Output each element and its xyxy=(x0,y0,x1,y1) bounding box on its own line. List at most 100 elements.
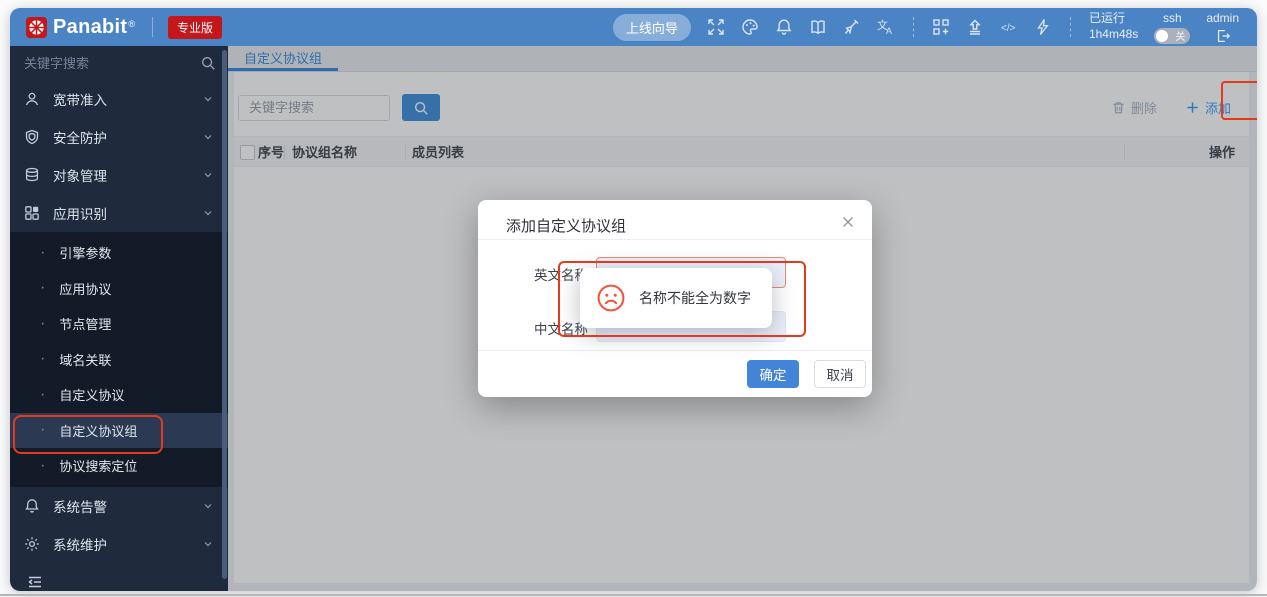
chevron-down-icon xyxy=(204,503,212,508)
sidebar-search-input[interactable] xyxy=(24,55,200,71)
sidebar-item-node-management[interactable]: · 节点管理 xyxy=(10,306,228,342)
database-icon xyxy=(25,167,39,182)
quick-action-lightning-icon[interactable] xyxy=(1034,18,1052,36)
ssh-label: ssh xyxy=(1162,10,1182,25)
screenshot-stage: Panabit ® 专业版 上线向导 文 A </> 已运行 1h4m48s s… xyxy=(0,0,1267,597)
bell-icon xyxy=(25,498,39,513)
sidebar-item-label: 系统维护 xyxy=(53,537,107,553)
sidebar-item-custom-protocol[interactable]: · 自定义协议 xyxy=(10,377,228,413)
apps-grid-icon[interactable] xyxy=(932,18,950,36)
sidebar-subitem-label: 协议搜索定位 xyxy=(59,459,138,475)
bullet: · xyxy=(40,456,46,474)
sidebar-item-security[interactable]: 安全防护 xyxy=(10,118,228,156)
sidebar-scrollbar[interactable] xyxy=(222,50,227,579)
chevron-down-icon xyxy=(204,211,212,216)
error-message: 名称不能全为数字 xyxy=(639,290,751,306)
logout-icon[interactable] xyxy=(1215,28,1231,44)
svg-text:</>: </> xyxy=(1001,23,1016,34)
bullet: · xyxy=(40,279,46,297)
sidebar-subitem-label: 域名关联 xyxy=(59,352,112,368)
manual-book-icon[interactable] xyxy=(809,18,827,36)
sidebar-item-label: 安全防护 xyxy=(53,131,107,146)
gear-icon xyxy=(25,536,39,551)
top-header: Panabit ® 专业版 上线向导 文 A </> 已运行 1h4m48s s… xyxy=(10,8,1257,46)
sidebar-item-object-management[interactable]: 对象管理 xyxy=(10,156,228,194)
sidebar-item-label: 系统告警 xyxy=(53,499,107,515)
sidebar-item-broadband-access[interactable]: 宽带准入 xyxy=(10,80,228,118)
collapse-icon xyxy=(28,576,41,587)
sidebar: 宽带准入 安全防护 对 xyxy=(10,46,228,591)
main-area: 自定义协议组 关键字搜索 删除 添加 序号 协议组名称 成员列表 操作 添加自定… xyxy=(228,46,1257,591)
dialog-header-divider xyxy=(478,239,872,240)
cancel-button[interactable]: 取消 xyxy=(814,360,866,388)
online-wizard-button[interactable]: 上线向导 xyxy=(612,13,691,41)
error-tooltip: 名称不能全为数字 xyxy=(580,268,772,328)
sidebar-item-label: 对象管理 xyxy=(53,169,107,184)
panabit-logo-icon xyxy=(26,16,47,38)
svg-text:A: A xyxy=(886,26,892,36)
sidebar-item-app-protocol[interactable]: · 应用协议 xyxy=(10,271,228,307)
logo-text: Panabit xyxy=(53,15,128,38)
search-icon[interactable] xyxy=(200,55,216,71)
theme-palette-icon[interactable] xyxy=(741,18,759,36)
app-body: 宽带准入 安全防护 对 xyxy=(10,46,1257,591)
ssh-toggle[interactable]: 关 xyxy=(1154,27,1191,44)
username: admin xyxy=(1206,10,1239,25)
notification-bell-icon[interactable] xyxy=(775,18,793,36)
sidebar-item-app-identification[interactable]: 应用识别 xyxy=(10,194,228,232)
shield-icon xyxy=(25,129,39,145)
bullet: · xyxy=(40,350,46,368)
sidebar-item-label: 应用识别 xyxy=(53,207,107,222)
ssh-control: ssh 关 xyxy=(1154,10,1191,44)
uptime-value: 1h4m48s xyxy=(1088,27,1139,41)
bullet: · xyxy=(40,421,46,439)
user-control: admin xyxy=(1206,11,1239,44)
sidebar-subitem-label: 应用协议 xyxy=(59,281,112,297)
sidebar-subitem-label: 引擎参数 xyxy=(59,246,112,262)
sidebar-item-domain-association[interactable]: · 域名关联 xyxy=(10,342,228,378)
sidebar-item-custom-protocol-group[interactable]: · 自定义协议组 xyxy=(10,412,228,448)
sidebar-collapse-control[interactable] xyxy=(10,563,228,592)
translate-icon[interactable]: 文 A xyxy=(877,18,895,36)
upgrade-icon[interactable] xyxy=(966,18,984,36)
sidebar-subitem-label: 节点管理 xyxy=(59,317,112,333)
chevron-down-icon xyxy=(204,541,212,546)
uptime-label: 已运行 xyxy=(1088,11,1125,26)
sidebar-item-system-maintenance[interactable]: 系统维护 xyxy=(10,525,228,563)
dialog-title: 添加自定义协议组 xyxy=(506,218,627,235)
sad-face-icon xyxy=(597,284,625,312)
screen-bottom-edge xyxy=(0,594,1267,596)
sidebar-subitem-label: 自定义协议 xyxy=(59,388,125,404)
sidebar-search xyxy=(10,46,228,80)
confirm-button[interactable]: 确定 xyxy=(747,360,799,388)
apps-icon xyxy=(25,206,39,220)
logo-registered-mark: ® xyxy=(128,18,135,29)
ssh-toggle-state: 关 xyxy=(1175,32,1186,43)
chevron-down-icon xyxy=(204,135,212,140)
toolbar-divider xyxy=(1069,17,1071,37)
app-identification-submenu: · 引擎参数 · 应用协议 · 节点管理 · 域名关联 · 自定义协议 · 自定… xyxy=(10,232,228,487)
sidebar-subitem-label: 自定义协议组 xyxy=(59,423,138,439)
fullscreen-icon[interactable] xyxy=(707,18,725,36)
ssh-toggle-knob xyxy=(1156,29,1169,42)
sidebar-item-protocol-search[interactable]: · 协议搜索定位 xyxy=(10,448,228,484)
header-toolbar: 上线向导 文 A </> 已运行 1h4m48s ssh 关 admin xyxy=(612,10,1239,44)
app-window: Panabit ® 专业版 上线向导 文 A </> 已运行 1h4m48s s… xyxy=(10,8,1257,591)
dialog-footer-divider xyxy=(478,350,872,351)
code-console-icon[interactable]: </> xyxy=(1000,18,1018,36)
close-icon[interactable] xyxy=(840,214,856,230)
edition-badge: 专业版 xyxy=(167,15,222,39)
toolbar-divider xyxy=(912,17,914,37)
chevron-down-icon xyxy=(204,97,212,102)
user-icon xyxy=(25,92,39,106)
sidebar-item-label: 宽带准入 xyxy=(53,93,107,108)
clean-broom-icon[interactable] xyxy=(843,18,861,36)
sidebar-item-engine-params[interactable]: · 引擎参数 xyxy=(10,235,228,271)
header-divider xyxy=(151,17,153,37)
uptime-status: 已运行 1h4m48s xyxy=(1089,11,1138,42)
sidebar-item-system-alarm[interactable]: 系统告警 xyxy=(10,487,228,525)
chevron-down-icon xyxy=(204,173,212,178)
bullet: · xyxy=(40,385,46,403)
bullet: · xyxy=(40,243,46,261)
logo: Panabit ® xyxy=(26,16,135,39)
